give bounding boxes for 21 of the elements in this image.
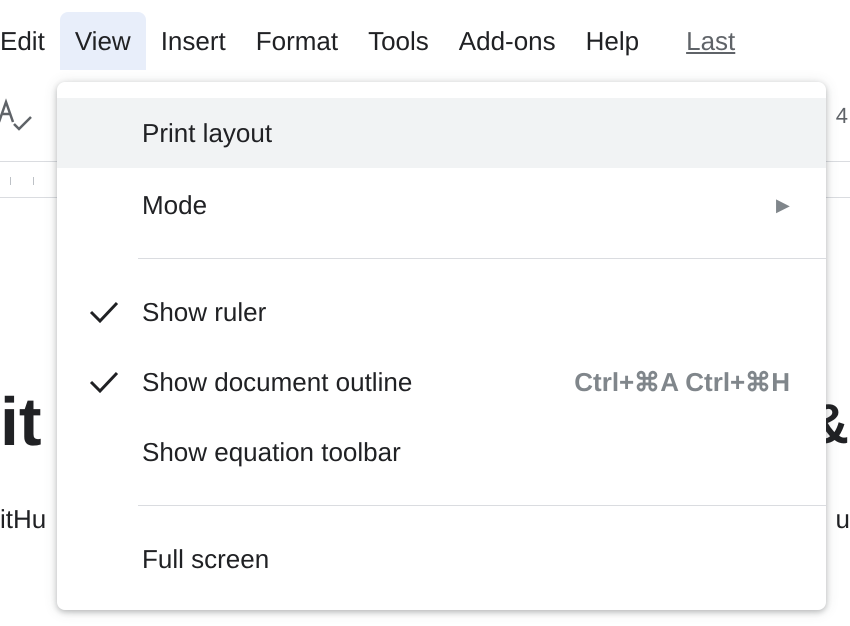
body-text: itHu: [0, 503, 46, 536]
check-icon: [89, 369, 119, 395]
menu-option[interactable]: Mode ▶: [57, 170, 826, 240]
menu-option[interactable]: Show equation toolbar: [57, 417, 826, 487]
menu-item[interactable]: Add-ons: [444, 12, 571, 70]
menu-item[interactable]: Edit: [0, 12, 60, 70]
body-text: u: [836, 503, 850, 536]
menu-option[interactable]: Full screen: [57, 524, 826, 594]
spellcheck-icon[interactable]: [0, 98, 34, 134]
zoom-value[interactable]: 4: [836, 99, 848, 132]
menu-option[interactable]: Show ruler: [57, 277, 826, 347]
menu-item[interactable]: View: [60, 12, 146, 70]
menu-option[interactable]: Show document outline Ctrl+⌘A Ctrl+⌘H: [57, 347, 826, 417]
menu-item[interactable]: Help: [570, 12, 654, 70]
document-heading: it: [0, 388, 42, 460]
menu-item[interactable]: Format: [240, 12, 354, 70]
last-edit-link[interactable]: Last: [686, 22, 736, 60]
check-icon: [89, 299, 119, 325]
menu-item[interactable]: Tools: [353, 12, 444, 70]
menu-option[interactable]: Print layout: [57, 98, 826, 168]
menu-item[interactable]: Insert: [146, 12, 241, 70]
